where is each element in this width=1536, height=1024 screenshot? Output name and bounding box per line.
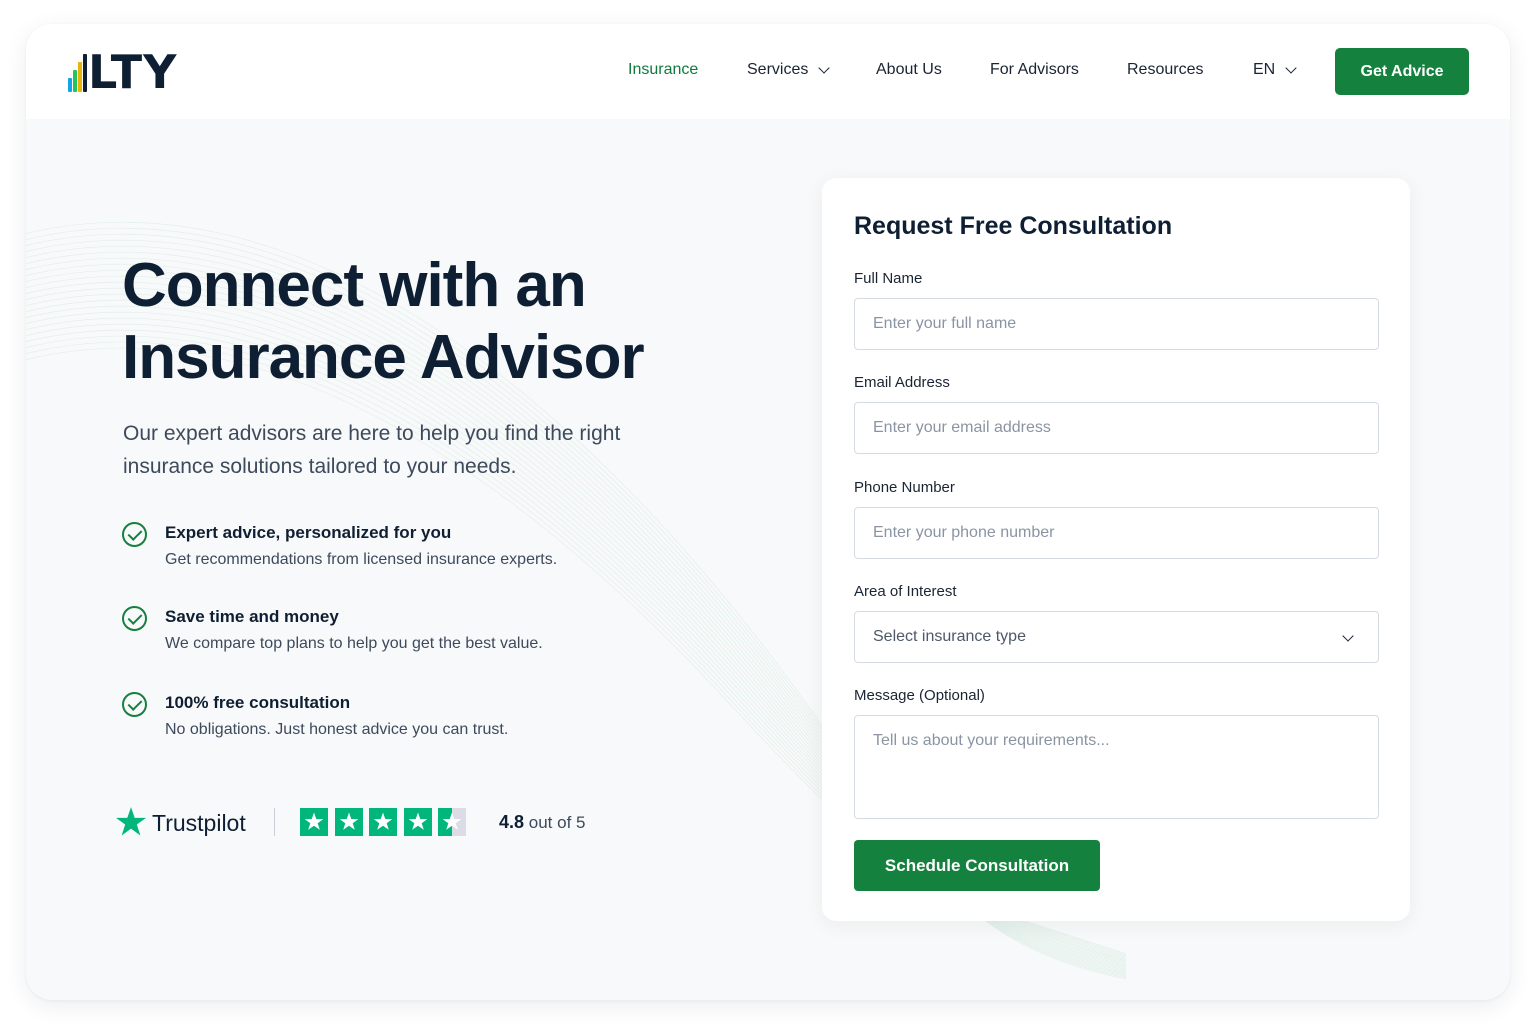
star-rating: [300, 808, 473, 836]
nav-item-for-advisors[interactable]: For Advisors: [990, 61, 1079, 79]
logo-bar-4: [83, 54, 87, 92]
select-value: Select insurance type: [873, 628, 1026, 645]
feature-title: Save time and money: [165, 607, 339, 626]
rating-score: 4.8 out of 5: [499, 812, 585, 833]
feature-description: We compare top plans to help you get the…: [165, 635, 543, 652]
hero-subtitle-line-2: insurance solutions tailored to your nee…: [123, 455, 517, 478]
nav-item-label: For Advisors: [990, 61, 1079, 78]
rating-star-icon: [369, 808, 397, 836]
phone-label: Phone Number: [854, 479, 955, 496]
trustpilot-star-icon: [115, 807, 147, 836]
nav-item-label: About Us: [876, 61, 942, 78]
logo-text: LTY: [88, 45, 178, 99]
hero-subtitle: Our expert advisors are here to help you…: [123, 417, 683, 483]
check-circle-icon: [122, 606, 147, 631]
nav-item-label: Services: [747, 61, 809, 78]
email-label: Email Address: [854, 374, 950, 391]
nav-item-label: Resources: [1127, 61, 1204, 78]
nav-item-insurance[interactable]: Insurance: [628, 61, 698, 79]
form-title: Request Free Consultation: [854, 212, 1173, 240]
chevron-down-icon: [818, 61, 831, 74]
check-circle-icon: [122, 522, 147, 547]
consultation-form: Request Free Consultation Full Name Emai…: [822, 178, 1410, 921]
feature-description: No obligations. Just honest advice you c…: [165, 721, 509, 738]
rating-value: 4.8: [499, 812, 525, 832]
language-label: EN: [1253, 61, 1276, 78]
full-name-input[interactable]: [854, 298, 1379, 350]
page-frame: LTY Insurance Services About Us For Advi…: [26, 24, 1510, 1000]
logo-bar-3: [78, 62, 82, 92]
hero-title-line-1: Connect with an: [122, 251, 587, 320]
nav-item-about-us[interactable]: About Us: [876, 61, 942, 79]
email-input[interactable]: [854, 402, 1379, 454]
rating-suffix: out of 5: [528, 813, 586, 832]
nav-item-resources[interactable]: Resources: [1127, 61, 1203, 79]
trustpilot-name: Trustpilot: [152, 810, 246, 836]
interest-label: Area of Interest: [854, 583, 957, 600]
message-textarea[interactable]: [854, 715, 1379, 819]
rating-star-icon: [334, 808, 363, 836]
logo-bar-1: [68, 78, 72, 92]
full-name-label: Full Name: [854, 270, 923, 287]
rating-star-icon: [403, 808, 432, 836]
feature-description: Get recommendations from licensed insura…: [165, 551, 558, 568]
hero-title-line-2: Insurance Advisor: [122, 323, 645, 392]
logo-bars-icon: [66, 54, 88, 96]
rating-star-icon: [300, 808, 328, 836]
nav-item-services[interactable]: Services: [747, 61, 831, 79]
chevron-down-icon: [1285, 61, 1297, 74]
divider: [274, 808, 275, 836]
language-selector[interactable]: EN: [1253, 61, 1297, 79]
trustpilot-rating: Trustpilot 4.8 out of 5: [114, 802, 634, 842]
hero-title: Connect with an Insurance Advisor: [122, 250, 742, 394]
hero-subtitle-line-1: Our expert advisors are here to help you…: [123, 422, 621, 445]
feature-title: 100% free consultation: [165, 693, 351, 712]
chevron-down-icon: [1342, 630, 1354, 642]
check-circle-icon: [122, 692, 147, 717]
message-label: Message (Optional): [854, 687, 985, 704]
logo-bar-2: [73, 70, 77, 92]
rating-star-icon: [438, 808, 466, 836]
logo[interactable]: LTY: [66, 48, 177, 96]
nav-item-label: Insurance: [628, 61, 699, 78]
get-advice-button[interactable]: Get Advice: [1335, 48, 1469, 95]
feature-title: Expert advice, personalized for you: [165, 523, 452, 542]
insurance-type-select[interactable]: Select insurance type: [854, 611, 1379, 663]
schedule-consultation-button[interactable]: Schedule Consultation: [854, 840, 1100, 891]
phone-input[interactable]: [854, 507, 1379, 559]
site-header: LTY Insurance Services About Us For Advi…: [26, 24, 1510, 119]
